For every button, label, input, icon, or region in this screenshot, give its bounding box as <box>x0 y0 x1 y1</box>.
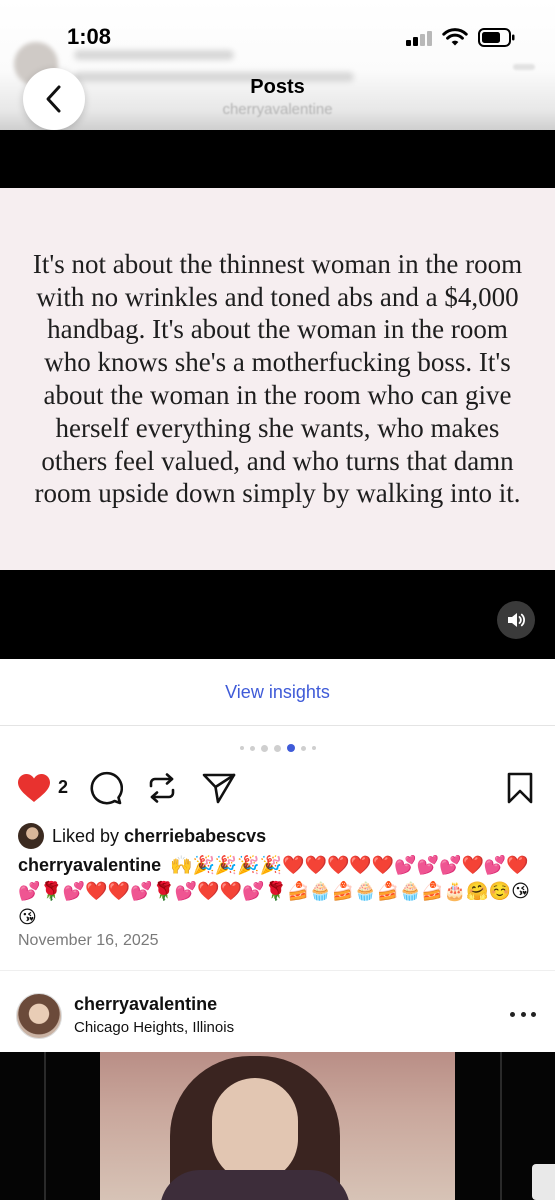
carousel-dot <box>239 746 244 750</box>
media-edge <box>500 1052 502 1200</box>
liked-by-prefix: Liked by <box>52 825 120 846</box>
page-subtitle: cherryavalentine <box>222 101 333 118</box>
carousel-dot <box>273 744 281 752</box>
carousel-dot-active <box>286 744 295 752</box>
more-icon <box>510 1011 515 1017</box>
carousel-dot <box>300 745 306 751</box>
divider <box>0 970 555 971</box>
liked-by-username[interactable]: cherriebabescvs <box>124 826 266 847</box>
liked-by-row[interactable]: Liked by cherriebabescvs <box>18 822 266 850</box>
scrollbar-thumb[interactable] <box>532 1164 555 1200</box>
comment-button[interactable] <box>88 771 124 805</box>
wifi-icon <box>442 28 468 46</box>
next-post-username[interactable]: cherryavalentine <box>74 994 217 1015</box>
post-date: November 16, 2025 <box>18 932 159 949</box>
share-icon <box>202 773 236 804</box>
like-count[interactable]: 2 <box>58 777 68 798</box>
share-button[interactable] <box>200 771 238 805</box>
bookmark-icon <box>507 772 533 804</box>
save-button[interactable] <box>504 771 536 805</box>
next-post-photo <box>100 1052 455 1200</box>
liked-by-avatar <box>18 823 44 849</box>
media-edge <box>44 1052 46 1200</box>
photo-face <box>212 1078 298 1182</box>
blurred-more-icon <box>513 64 535 70</box>
photo-shirt <box>160 1170 350 1200</box>
more-icon <box>520 1011 526 1017</box>
quote-text: It's not about the thinnest woman in the… <box>32 248 523 509</box>
heart-icon <box>18 774 50 802</box>
status-time: 1:08 <box>67 24 112 49</box>
top-bar: 1:08 Posts cherryavalentine <box>0 0 555 130</box>
comment-icon <box>90 771 123 805</box>
blurred-username <box>74 50 234 60</box>
carousel-dot <box>260 744 268 752</box>
post-caption: cherryavalentine 🙌🎉🎉🎉🎉❤️❤️❤️❤️❤️💕💕💕❤️💕❤️… <box>18 852 543 930</box>
more-options-button[interactable] <box>510 1004 536 1024</box>
next-post-location[interactable]: Chicago Heights, Illinois <box>74 1019 234 1036</box>
repost-button[interactable] <box>144 771 180 805</box>
battery-icon <box>478 28 515 47</box>
view-insights-row: View insights <box>0 659 555 726</box>
carousel-dot <box>311 746 316 750</box>
more-icon <box>531 1011 536 1017</box>
action-bar: 2 <box>0 768 555 808</box>
carousel-dot <box>249 745 255 751</box>
post-media[interactable]: It's not about the thinnest woman in the… <box>0 130 555 659</box>
mute-button[interactable] <box>497 601 535 639</box>
next-post-avatar[interactable] <box>16 993 62 1039</box>
caption-username[interactable]: cherryavalentine <box>18 855 161 875</box>
next-post-media[interactable] <box>0 1052 555 1200</box>
repost-icon <box>149 773 175 803</box>
like-button[interactable] <box>16 771 52 805</box>
cellular-signal-icon <box>406 30 434 46</box>
quote-card: It's not about the thinnest woman in the… <box>0 188 555 570</box>
page-title: Posts <box>250 76 305 98</box>
view-insights-link[interactable]: View insights <box>225 682 330 703</box>
volume-icon <box>508 613 525 627</box>
carousel-indicator <box>0 743 555 753</box>
